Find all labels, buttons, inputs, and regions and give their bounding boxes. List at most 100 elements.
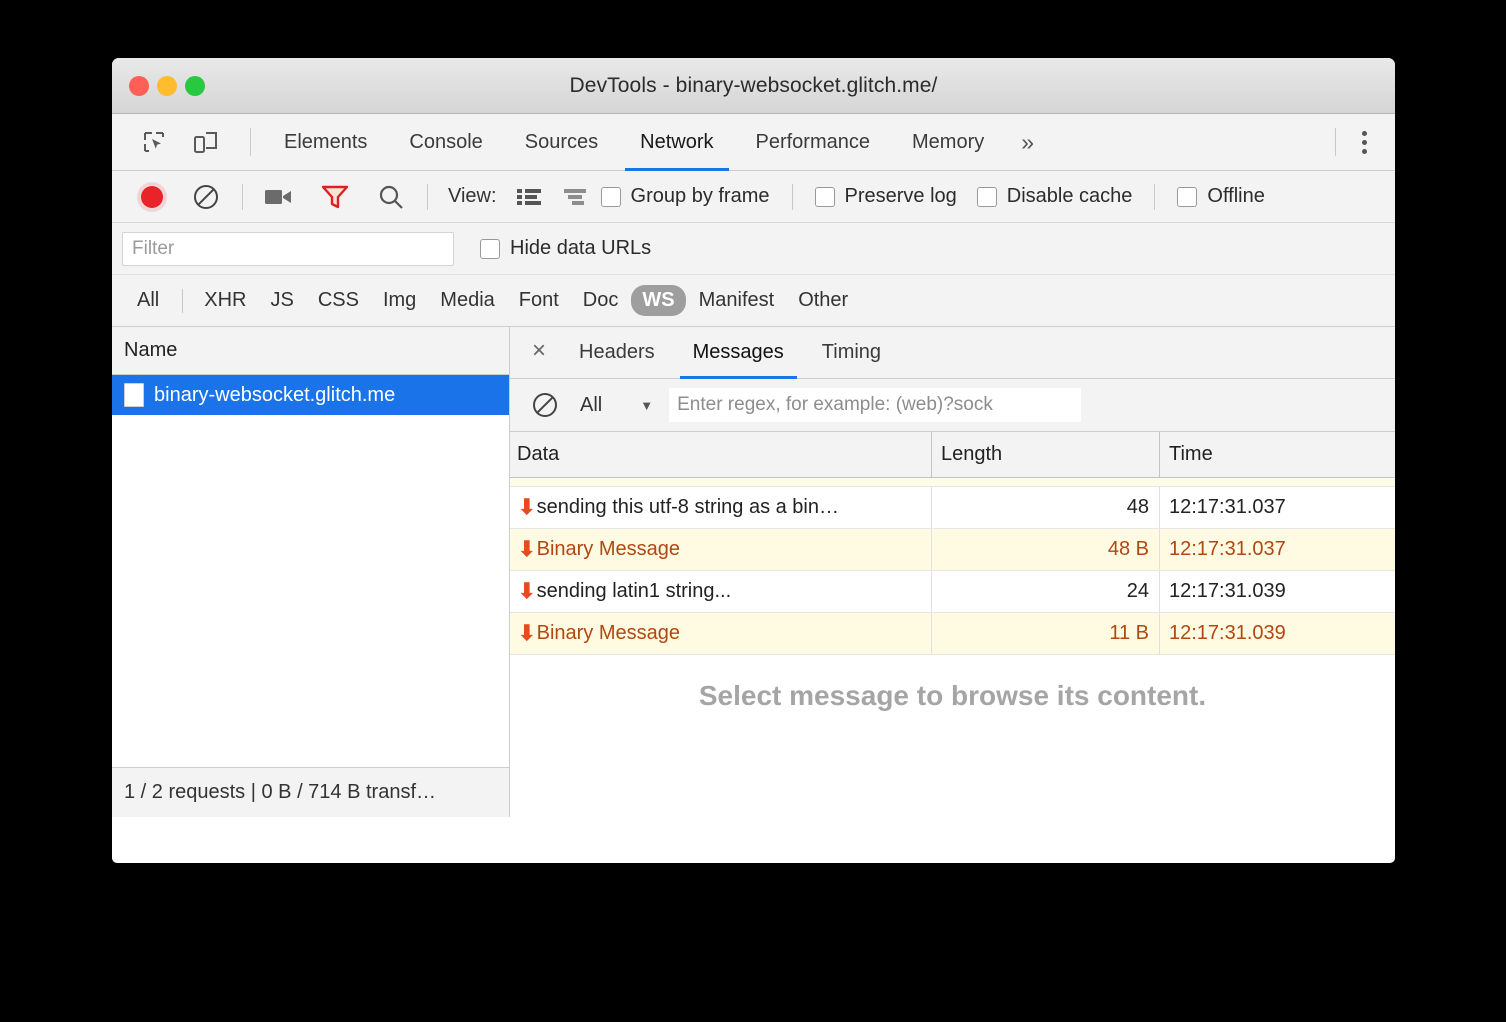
message-data-cell: ⬇ Binary Message — [510, 621, 931, 646]
arrow-down-icon: ⬇ — [518, 537, 536, 562]
chip-other[interactable]: Other — [787, 285, 859, 316]
message-length-cell: 24 — [931, 571, 1159, 612]
regex-filter-input[interactable] — [669, 388, 1081, 422]
tab-performance[interactable]: Performance — [735, 114, 892, 170]
message-data-cell: ⬇ sending this utf-8 string as a bin… — [510, 495, 931, 520]
message-time-cell: 12:17:31.039 — [1159, 571, 1395, 612]
empty-state-message: Select message to browse its content. — [510, 655, 1395, 817]
arrow-down-icon: ⬇ — [518, 621, 536, 646]
toolbar-divider — [427, 184, 428, 210]
panel-tabs: Elements Console Sources Network Perform… — [263, 114, 1050, 170]
more-tabs-icon[interactable]: » — [1005, 114, 1050, 170]
checkbox-box[interactable] — [815, 187, 835, 207]
message-data-cell: ⬇ Binary Message — [510, 537, 931, 562]
checkbox-group-by-frame[interactable]: Group by frame — [601, 185, 770, 208]
checkbox-hide-data-urls[interactable]: Hide data URLs — [480, 237, 651, 260]
message-row[interactable]: ⬇ Binary Message 48 B 12:17:31.037 — [510, 529, 1395, 571]
tab-memory[interactable]: Memory — [891, 114, 1005, 170]
message-data-cell: ⬇ sending latin1 string... — [510, 579, 931, 604]
chip-all[interactable]: All — [126, 285, 170, 316]
close-icon[interactable]: × — [526, 337, 560, 368]
clear-icon[interactable] — [186, 177, 226, 217]
list-view-icon[interactable] — [509, 177, 549, 217]
column-header-length[interactable]: Length — [931, 432, 1159, 477]
tab-messages[interactable]: Messages — [674, 327, 803, 378]
checkbox-box[interactable] — [1177, 187, 1197, 207]
message-row[interactable]: ⬇ Binary Message 11 B 12:17:31.039 — [510, 613, 1395, 655]
tab-headers[interactable]: Headers — [560, 327, 674, 378]
toolbar-divider — [1154, 184, 1155, 210]
waterfall-view-icon[interactable] — [555, 177, 595, 217]
tab-sources[interactable]: Sources — [504, 114, 619, 170]
chip-xhr[interactable]: XHR — [193, 285, 257, 316]
chip-divider — [182, 289, 183, 313]
detail-tab-bar: × Headers Messages Timing — [510, 327, 1395, 379]
chip-img[interactable]: Img — [372, 285, 427, 316]
arrow-down-icon: ⬇ — [518, 579, 536, 604]
checkbox-label: Preserve log — [845, 185, 957, 208]
chip-manifest[interactable]: Manifest — [688, 285, 786, 316]
checkbox-box[interactable] — [480, 239, 500, 259]
checkbox-box[interactable] — [977, 187, 997, 207]
panel-tab-bar: Elements Console Sources Network Perform… — [112, 114, 1395, 171]
tab-console[interactable]: Console — [388, 114, 503, 170]
chip-font[interactable]: Font — [508, 285, 570, 316]
toolbar-divider — [1335, 128, 1336, 156]
message-filter-select[interactable]: All — [580, 394, 602, 417]
chip-ws[interactable]: WS — [631, 285, 685, 316]
arrow-down-icon: ⬇ — [518, 495, 536, 520]
message-data-text: Binary Message — [537, 538, 680, 561]
main-split: Name binary-websocket.glitch.me 1 / 2 re… — [112, 327, 1395, 817]
request-name: binary-websocket.glitch.me — [154, 384, 395, 407]
message-row[interactable]: ⬇ sending latin1 string... 24 12:17:31.0… — [510, 571, 1395, 613]
filter-input[interactable] — [122, 232, 454, 266]
tab-timing[interactable]: Timing — [803, 327, 900, 378]
chevron-down-icon[interactable]: ▼ — [640, 398, 653, 413]
message-data-text: sending latin1 string... — [537, 580, 732, 603]
chip-doc[interactable]: Doc — [572, 285, 630, 316]
column-header-data[interactable]: Data — [510, 443, 931, 466]
request-detail-pane: × Headers Messages Timing All ▼ Data Le — [510, 327, 1395, 817]
checkbox-box[interactable] — [601, 187, 621, 207]
record-icon[interactable] — [132, 177, 172, 217]
device-toolbar-icon[interactable] — [186, 122, 226, 162]
inspect-element-icon[interactable] — [134, 122, 174, 162]
chip-css[interactable]: CSS — [307, 285, 370, 316]
request-row[interactable]: binary-websocket.glitch.me — [112, 375, 509, 415]
checkbox-offline[interactable]: Offline — [1177, 185, 1264, 208]
filter-funnel-icon[interactable] — [315, 177, 355, 217]
clear-messages-icon[interactable] — [532, 392, 558, 418]
checkbox-preserve-log[interactable]: Preserve log — [815, 185, 957, 208]
column-header-time[interactable]: Time — [1159, 432, 1395, 477]
scrolled-row-sliver — [510, 478, 1395, 487]
column-header-name[interactable]: Name — [112, 327, 509, 375]
devtools-window: DevTools - binary-websocket.glitch.me/ E… — [112, 58, 1395, 863]
chip-js[interactable]: JS — [259, 285, 304, 316]
message-time-cell: 12:17:31.039 — [1159, 613, 1395, 654]
toolbar-divider — [242, 184, 243, 210]
message-data-text: Binary Message — [537, 622, 680, 645]
message-row[interactable]: ⬇ sending this utf-8 string as a bin… 48… — [510, 487, 1395, 529]
request-list: binary-websocket.glitch.me — [112, 375, 509, 767]
tab-elements[interactable]: Elements — [263, 114, 388, 170]
network-status-bar: 1 / 2 requests | 0 B / 714 B transf… — [112, 767, 509, 817]
search-icon[interactable] — [371, 177, 411, 217]
filter-row: Hide data URLs — [112, 223, 1395, 275]
chip-media[interactable]: Media — [429, 285, 505, 316]
network-toolbar: View: Group by frame Preserve log — [112, 171, 1395, 223]
messages-column-header: Data Length Time — [510, 432, 1395, 478]
tab-network[interactable]: Network — [619, 114, 734, 170]
more-options-icon[interactable] — [1348, 131, 1381, 154]
checkbox-disable-cache[interactable]: Disable cache — [977, 185, 1133, 208]
message-length-cell: 48 — [931, 487, 1159, 528]
message-time-cell: 12:17:31.037 — [1159, 487, 1395, 528]
toolbar-divider — [792, 184, 793, 210]
checkbox-label: Hide data URLs — [510, 237, 651, 260]
view-label: View: — [448, 185, 497, 208]
document-icon — [124, 383, 144, 407]
screenshot-camera-icon[interactable] — [259, 177, 299, 217]
checkbox-label: Offline — [1207, 185, 1264, 208]
message-data-text: sending this utf-8 string as a bin… — [537, 496, 839, 519]
messages-table: ⬇ sending this utf-8 string as a bin… 48… — [510, 487, 1395, 655]
title-bar: DevTools - binary-websocket.glitch.me/ — [112, 58, 1395, 114]
